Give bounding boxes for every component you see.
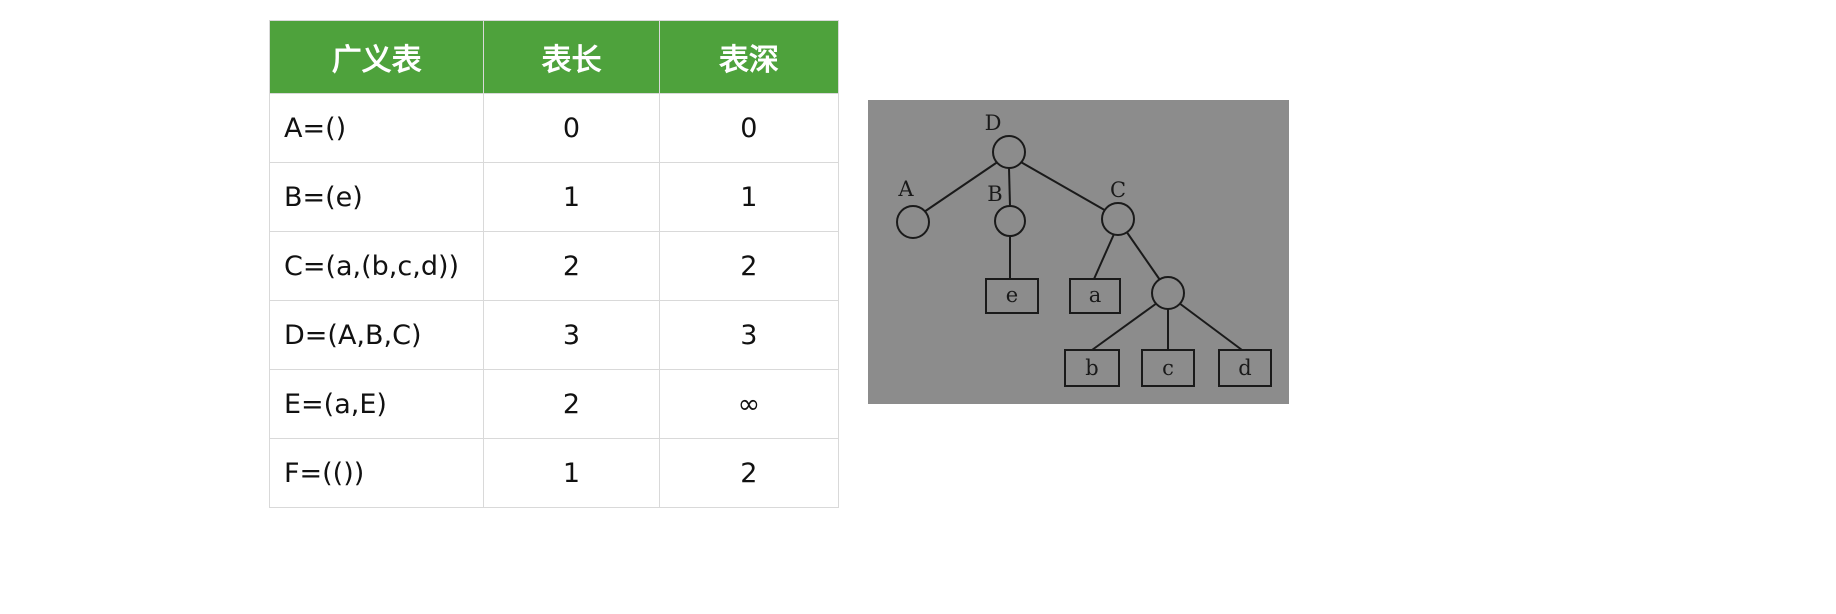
header-list: 广义表 xyxy=(268,20,485,94)
cell-length: 0 xyxy=(483,93,660,163)
cell-depth: ∞ xyxy=(658,369,840,439)
table-row: E=(a,E) 2 ∞ xyxy=(268,369,840,439)
tree-svg: D A B C e a b c d xyxy=(896,111,1272,387)
cell-length: 1 xyxy=(483,162,660,232)
table-row: A=() 0 0 xyxy=(268,93,840,163)
cell-length: 2 xyxy=(483,231,660,301)
table-row: D=(A,B,C) 3 3 xyxy=(268,300,840,370)
cell-depth: 0 xyxy=(658,93,840,163)
leaf-label-c: c xyxy=(1162,356,1174,380)
cell-depth: 1 xyxy=(658,162,840,232)
leaf-label-a: a xyxy=(1089,283,1102,307)
label-a: A xyxy=(897,177,914,201)
cell-length: 2 xyxy=(483,369,660,439)
edge-d-c xyxy=(1018,160,1109,213)
node-a xyxy=(896,205,930,239)
table-row: C=(a,(b,c,d)) 2 2 xyxy=(268,231,840,301)
generalized-list-table: 广义表 表长 表深 A=() 0 0 B=(e) 1 1 C=(a,(b,c,d… xyxy=(268,20,840,508)
node-b xyxy=(994,205,1026,237)
table-row: F=(()) 1 2 xyxy=(268,438,840,508)
label-b: B xyxy=(987,182,1002,206)
header-depth: 表深 xyxy=(658,20,840,94)
table-row: B=(e) 1 1 xyxy=(268,162,840,232)
edge-d-b xyxy=(1008,167,1011,207)
node-c xyxy=(1101,202,1135,236)
cell-list: C=(a,(b,c,d)) xyxy=(268,231,485,301)
cell-list: B=(e) xyxy=(268,162,485,232)
leaf-label-e: e xyxy=(1006,283,1018,307)
cell-length: 1 xyxy=(483,438,660,508)
label-d: D xyxy=(985,111,1002,135)
node-sublist xyxy=(1151,276,1185,310)
edge-c-a xyxy=(1093,233,1115,280)
cell-depth: 2 xyxy=(658,231,840,301)
edge-c-sub xyxy=(1125,230,1161,281)
cell-depth: 2 xyxy=(658,438,840,508)
cell-depth: 3 xyxy=(658,300,840,370)
leaf-label-b: b xyxy=(1085,356,1098,380)
leaf-label-d: d xyxy=(1238,356,1251,380)
cell-length: 3 xyxy=(483,300,660,370)
cell-list: D=(A,B,C) xyxy=(268,300,485,370)
cell-list: A=() xyxy=(268,93,485,163)
edge-sub-d xyxy=(1178,302,1243,351)
cell-list: F=(()) xyxy=(268,438,485,508)
header-length: 表长 xyxy=(483,20,660,94)
table-header-row: 广义表 表长 表深 xyxy=(268,20,840,94)
list-tree-diagram: D A B C e a b c d xyxy=(868,100,1289,404)
cell-list: E=(a,E) xyxy=(268,369,485,439)
node-d xyxy=(992,135,1026,169)
label-c: C xyxy=(1110,178,1126,202)
